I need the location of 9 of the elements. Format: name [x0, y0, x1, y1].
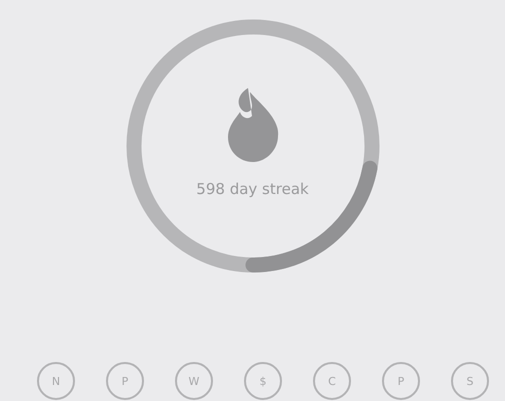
habit-button[interactable]: P — [106, 362, 144, 400]
flame-icon — [226, 88, 280, 162]
habit-button[interactable]: N — [37, 362, 75, 400]
habit-button[interactable]: C — [313, 362, 351, 400]
streak-label: 598 day streak — [196, 180, 309, 198]
habit-button[interactable]: W — [175, 362, 213, 400]
habit-button[interactable]: P — [382, 362, 420, 400]
habit-button[interactable]: $ — [244, 362, 282, 400]
habit-button[interactable]: S — [451, 362, 489, 400]
